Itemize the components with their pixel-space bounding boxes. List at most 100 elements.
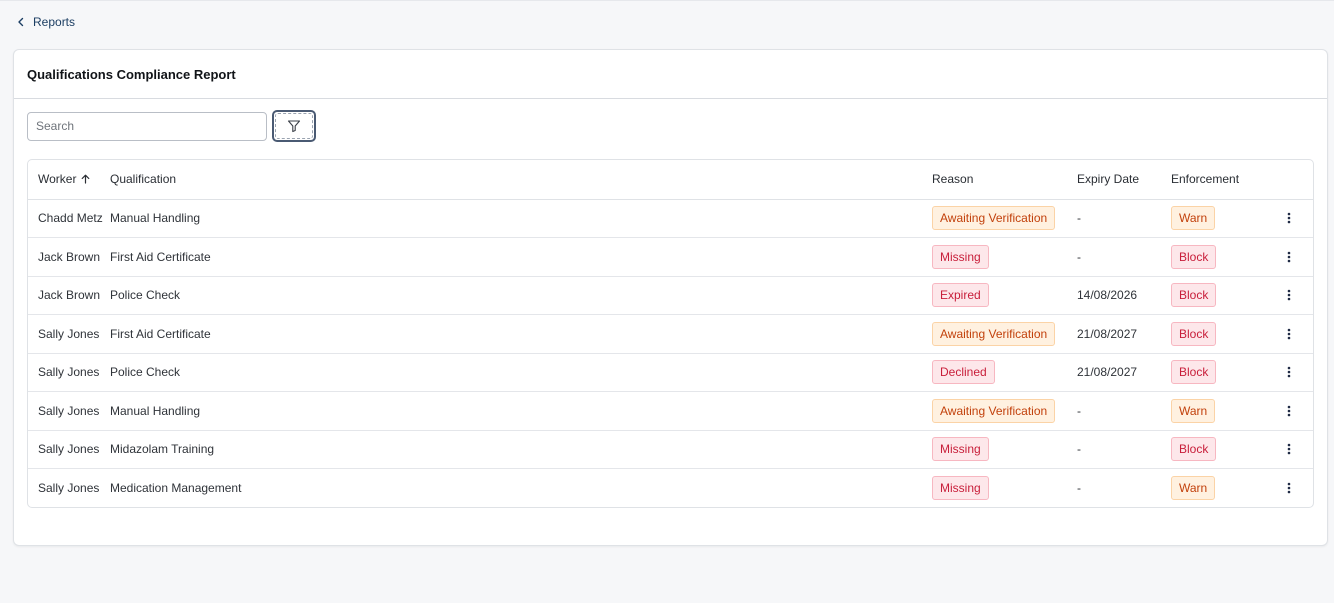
cell-worker: Sally Jones: [28, 353, 110, 392]
cell-worker: Jack Brown: [28, 276, 110, 315]
cell-enforcement: Warn: [1171, 469, 1271, 508]
row-actions-button[interactable]: [1271, 405, 1313, 417]
cell-enforcement: Block: [1171, 237, 1271, 277]
table-row[interactable]: Sally Jones First Aid Certificate Awaiting…: [28, 314, 1313, 354]
cell-worker: Sally Jones: [28, 391, 110, 431]
cell-qualification: First Aid Certificate: [110, 314, 932, 354]
page: Reports Qualifications Compliance Report…: [0, 0, 1334, 603]
reason-badge: Expired: [932, 283, 989, 308]
table-row[interactable]: Sally Jones Midazolam Training Missing - Blo…: [28, 430, 1313, 469]
filter-icon: [287, 120, 301, 133]
reason-badge: Awaiting Verification: [932, 321, 1056, 346]
cell-reason: Missing: [932, 430, 1077, 469]
more-vertical-icon: [1287, 212, 1291, 224]
cell-expiry-date: -: [1077, 430, 1171, 469]
cell-worker: Sally Jones: [28, 314, 110, 354]
more-vertical-icon: [1287, 328, 1291, 340]
reason-badge: Missing: [932, 437, 989, 462]
filter-button[interactable]: [272, 110, 316, 142]
table-body: Chadd Metz Manual Handling Awaiting Verifi…: [28, 199, 1313, 508]
enforcement-badge: Block: [1171, 244, 1217, 269]
table-row[interactable]: Jack Brown First Aid Certificate Missing - B…: [28, 237, 1313, 277]
cell-enforcement: Block: [1171, 430, 1271, 469]
breadcrumb-back-link[interactable]: Reports: [17, 15, 75, 29]
table-row[interactable]: Sally Jones Manual Handling Awaiting Verif…: [28, 391, 1313, 431]
row-actions-button[interactable]: [1271, 482, 1313, 494]
enforcement-badge: Block: [1171, 437, 1217, 462]
cell-qualification: Manual Handling: [110, 391, 932, 431]
enforcement-badge: Warn: [1171, 206, 1216, 231]
page-title: Qualifications Compliance Report: [27, 66, 236, 82]
cell-qualification: Midazolam Training: [110, 430, 932, 469]
more-vertical-icon: [1287, 251, 1291, 263]
cell-worker: Sally Jones: [38, 481, 100, 495]
cell-reason: Missing: [932, 469, 1077, 508]
enforcement-badge: Block: [1171, 321, 1217, 346]
enforcement-badge: Block: [1171, 283, 1217, 308]
cell-actions: [1271, 469, 1313, 508]
row-actions-button[interactable]: [1271, 289, 1313, 301]
more-vertical-icon: [1287, 289, 1291, 301]
cell-reason: Awaiting Verification: [932, 314, 1077, 354]
cell-actions: [1271, 199, 1313, 238]
reason-badge: Missing: [932, 244, 989, 269]
cell-qualification: Police Check: [110, 353, 932, 392]
reason-badge: Awaiting Verification: [932, 398, 1056, 423]
cell-actions: [1271, 391, 1313, 431]
cell-enforcement: Block: [1171, 276, 1271, 315]
cell-worker: Chadd Metz: [28, 199, 110, 238]
cell-expiry-date: 21/08/2027: [1077, 314, 1171, 354]
search-input[interactable]: [27, 111, 267, 141]
column-header-enforcement[interactable]: Enforcement: [1171, 160, 1271, 200]
column-header-expiry[interactable]: Expiry Date: [1077, 160, 1171, 200]
cell-expiry-date: 21/08/2027: [1077, 353, 1171, 392]
reason-badge: Missing: [932, 476, 989, 500]
column-header-reason[interactable]: Reason: [932, 160, 1077, 200]
column-header-qualification[interactable]: Qualification: [110, 160, 932, 200]
table-row[interactable]: Chadd Metz Manual Handling Awaiting Verifi…: [28, 199, 1313, 238]
enforcement-badge: Block: [1171, 360, 1217, 385]
cell-actions: [1271, 353, 1313, 392]
cell-expiry-date: -: [1077, 199, 1171, 238]
arrow-up-icon: [82, 174, 90, 184]
row-actions-button[interactable]: [1271, 366, 1313, 378]
cell-expiry-date: -: [1077, 481, 1081, 495]
table-row[interactable]: Sally Jones Police Check Declined 21/08/202…: [28, 353, 1313, 392]
row-actions-button[interactable]: [1271, 443, 1313, 455]
table-row[interactable]: Jack Brown Police Check Expired 14/08/2026 B…: [28, 276, 1313, 315]
cell-enforcement: Block: [1171, 353, 1271, 392]
card-header: Qualifications Compliance Report: [14, 50, 1327, 99]
table-row[interactable]: Sally Jones Medication Management Missing -…: [28, 469, 1313, 508]
cell-reason: Awaiting Verification: [932, 391, 1077, 431]
cell-expiry-date: -: [1077, 237, 1171, 277]
cell-expiry-date: -: [1077, 391, 1171, 431]
chevron-left-icon: [18, 17, 24, 27]
row-actions-button[interactable]: [1271, 251, 1313, 263]
breadcrumb-label: Reports: [33, 15, 76, 29]
cell-reason: Missing: [932, 237, 1077, 277]
column-header-actions: [1271, 160, 1313, 200]
more-vertical-icon: [1287, 443, 1291, 455]
row-actions-button[interactable]: [1271, 328, 1313, 340]
more-vertical-icon: [1287, 405, 1291, 417]
reason-badge: Declined: [932, 360, 995, 385]
row-actions-button[interactable]: [1271, 212, 1313, 224]
cell-qualification: Police Check: [110, 276, 932, 315]
column-header-worker-label: Worker: [38, 172, 77, 187]
cell-reason: Declined: [932, 353, 1077, 392]
cell-actions: [1271, 237, 1313, 277]
cell-worker: Jack Brown: [28, 237, 110, 277]
more-vertical-icon: [1287, 482, 1291, 494]
cell-qualification: Manual Handling: [110, 199, 932, 238]
enforcement-badge: Warn: [1171, 476, 1216, 500]
more-vertical-icon: [1287, 366, 1291, 378]
cell-reason: Awaiting Verification: [932, 199, 1077, 238]
cell-actions: [1271, 314, 1313, 354]
cell-qualification: First Aid Certificate: [110, 237, 932, 277]
cell-enforcement: Warn: [1171, 391, 1271, 431]
report-card: Qualifications Compliance Report Worker …: [13, 49, 1328, 546]
cell-reason: Expired: [932, 276, 1077, 315]
cell-enforcement: Block: [1171, 314, 1271, 354]
report-table: Worker Qualification Reason Expiry Date …: [27, 159, 1314, 508]
column-header-worker[interactable]: Worker: [28, 160, 110, 200]
